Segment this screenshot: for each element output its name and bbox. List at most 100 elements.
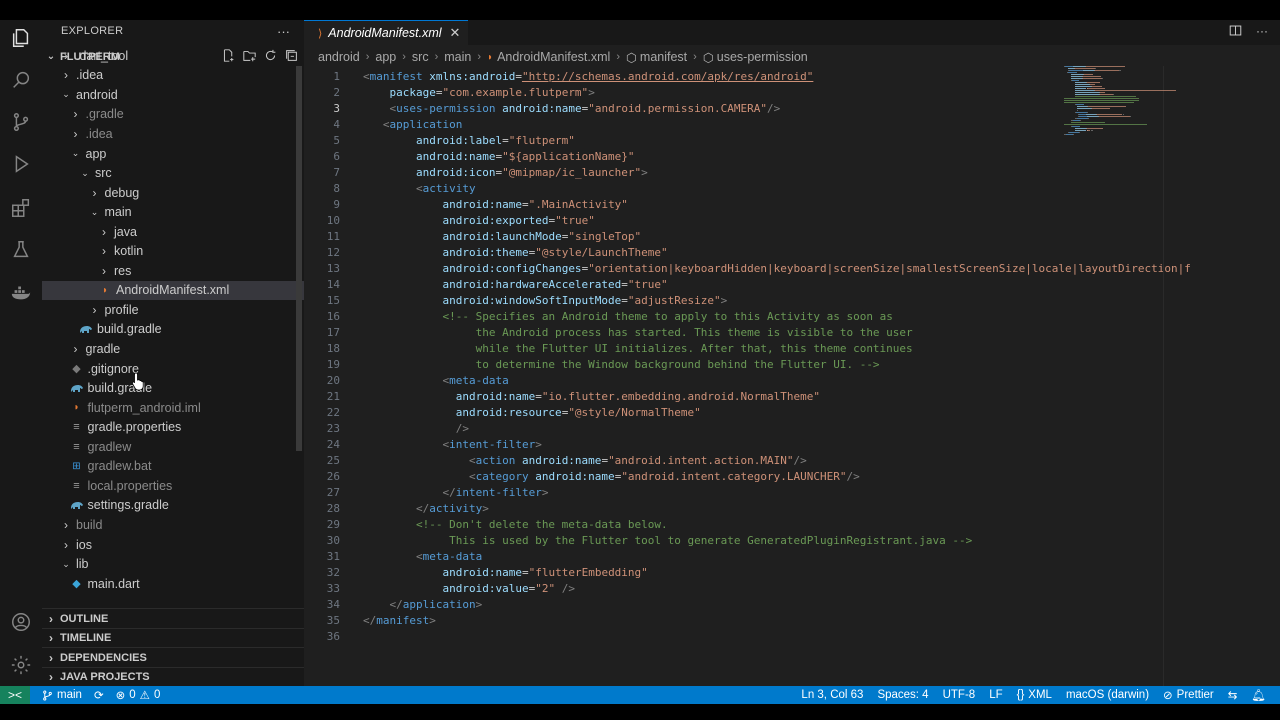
explorer-more-actions[interactable]: ··· — [277, 24, 290, 39]
testing-flask-icon[interactable] — [9, 238, 33, 262]
minimap-token — [1094, 70, 1119, 71]
close-tab-icon[interactable]: ✕ — [450, 25, 461, 41]
xml-file-icon: ◗ — [73, 402, 80, 414]
tree-folder[interactable]: › .idea — [42, 66, 316, 86]
breadcrumb-item[interactable]: android — [318, 50, 360, 64]
account-icon[interactable] — [9, 610, 33, 634]
tree-file[interactable]: ◆ .gitignore — [42, 359, 326, 379]
tree-folder[interactable]: ⌄ src — [42, 163, 335, 183]
minimap-divider — [1163, 66, 1164, 686]
docker-icon[interactable] — [9, 280, 33, 304]
breadcrumb-separator: › — [693, 51, 697, 63]
line-text: /> — [455, 421, 469, 435]
tree-file[interactable]: ≡ local.properties — [42, 476, 326, 496]
split-editor-icon[interactable] — [1229, 24, 1242, 40]
end-of-line[interactable]: LF — [989, 689, 1002, 701]
breadcrumb-item[interactable]: uses-permission — [717, 50, 808, 64]
tree-file[interactable]: build.gradle — [42, 378, 326, 398]
section-label: DEPENDENCIES — [60, 651, 147, 664]
minimap[interactable] — [1064, 66, 1177, 156]
settings-gear-icon[interactable] — [9, 653, 33, 677]
tree-item-label: app — [85, 146, 107, 161]
run-debug-icon[interactable] — [9, 152, 33, 176]
tree-folder[interactable]: › .gradle — [42, 105, 326, 125]
code-line: 3 <uses-permission android:name="android… — [304, 100, 1164, 116]
breadcrumb-separator: › — [402, 51, 406, 63]
breadcrumb-item[interactable]: app — [375, 50, 396, 64]
tree-folder[interactable]: › .idea — [42, 124, 326, 144]
breadcrumb-item[interactable]: src — [412, 50, 429, 64]
minimap-token — [1118, 70, 1121, 71]
line-number: 4 — [333, 117, 340, 131]
line-text: android:name="${applicationName}" — [415, 149, 635, 163]
tree-file[interactable]: ◆ main.dart — [42, 574, 326, 594]
code-line: 19 to determine the Window background be… — [304, 356, 1164, 372]
tree-file[interactable]: build.gradle — [42, 320, 335, 340]
tree-file[interactable]: ⊞ gradlew.bat — [42, 457, 326, 477]
section-java-projects[interactable]: › JAVA PROJECTS — [42, 666, 304, 687]
tree-folder[interactable]: ⌄ lib — [42, 554, 316, 574]
tree-folder[interactable]: › build — [42, 515, 316, 535]
indentation[interactable]: Spaces: 4 — [877, 689, 928, 701]
line-text: <meta-data — [415, 549, 483, 563]
tree-folder[interactable]: ⌄ android — [42, 85, 316, 105]
code-line: 11 android:launchMode="singleTop" — [304, 228, 1164, 244]
section-timeline[interactable]: › TIMELINE — [42, 627, 304, 648]
sidebar-scrollbar[interactable] — [296, 66, 302, 451]
warning-count: 0 — [153, 689, 161, 701]
tree-folder[interactable]: › .dart_tool — [42, 46, 316, 66]
editor-actions: ··· — [1229, 24, 1268, 40]
encoding[interactable]: UTF-8 — [943, 689, 976, 701]
tree-item-label: gradle.properties — [87, 420, 182, 435]
tree-file[interactable]: settings.gradle — [42, 496, 326, 516]
cursor-position[interactable]: Ln 3, Col 63 — [801, 689, 863, 701]
tree-folder[interactable]: › gradle — [42, 339, 326, 359]
platform[interactable]: macOS (darwin) — [1066, 689, 1149, 701]
prettier[interactable]: ⊘ Prettier — [1163, 688, 1214, 702]
feedback-icon[interactable]: ⇆ — [1228, 688, 1238, 702]
section-outline[interactable]: › OUTLINE — [42, 608, 304, 628]
chevron-down-icon: ⌄ — [81, 167, 89, 178]
search-icon[interactable] — [9, 68, 33, 92]
chevron-right-icon: › — [49, 611, 53, 626]
branch-indicator[interactable]: main — [42, 689, 82, 701]
properties-file-icon: ≡ — [73, 479, 80, 492]
code-editor[interactable]: 1 <manifest xmlns:android="http://schemas… — [304, 66, 1191, 666]
tree-file[interactable]: ≡ gradlew — [42, 437, 326, 457]
sync-icon[interactable]: ⟳ — [94, 688, 104, 702]
minimap-token — [1129, 116, 1132, 117]
minimap-token — [1082, 78, 1102, 79]
tab-android-manifest[interactable]: ⟩ AndroidManifest.xml ✕ — [304, 20, 468, 45]
breadcrumb-item[interactable]: manifest — [640, 50, 687, 64]
tree-file[interactable]: ≡ gradle.properties — [42, 417, 326, 437]
code-line: 31 <meta-data — [304, 548, 1164, 564]
minimap-token — [1100, 94, 1113, 95]
breadcrumb-item[interactable]: AndroidManifest.xml — [497, 50, 610, 64]
line-text: android:label="flutperm" — [415, 133, 575, 147]
breadcrumb-item[interactable]: main — [444, 50, 471, 64]
code-line: 20 <meta-data — [304, 372, 1164, 388]
breadcrumb-separator: › — [434, 51, 439, 63]
braces-icon: {} — [1016, 689, 1025, 701]
extensions-icon[interactable] — [9, 196, 33, 220]
tree-item-label: gradle — [85, 342, 121, 356]
minimap-token — [1091, 86, 1102, 87]
remote-indicator[interactable]: >< — [0, 686, 30, 704]
tree-folder[interactable]: › ios — [42, 535, 316, 555]
line-text: android:theme="@style/LaunchTheme" — [442, 245, 668, 259]
more-actions-icon[interactable]: ··· — [1256, 24, 1268, 40]
code-line: 7 android:icon="@mipmap/ic_launcher"> — [304, 164, 1164, 180]
explorer-header: EXPLORER — [61, 25, 124, 37]
minimap-token — [1088, 118, 1090, 119]
source-control-icon[interactable] — [9, 110, 33, 134]
code-line: 10 android:exported="true" — [304, 212, 1164, 228]
section-dependencies[interactable]: › DEPENDENCIES — [42, 647, 304, 667]
problems-indicator[interactable]: ⊗ 0 ⚠ 0 — [116, 688, 161, 702]
explorer-icon[interactable] — [9, 26, 33, 50]
symbol-element-icon: ⬡ — [702, 50, 714, 65]
tree-item-label: gradlew — [87, 439, 132, 454]
language-mode[interactable]: {} XML — [1017, 689, 1052, 701]
tree-file[interactable]: ◗ flutperm_android.iml — [42, 398, 326, 418]
notifications-bell-icon[interactable]: 🔔︎ — [1251, 688, 1266, 702]
tree-folder[interactable]: ⌄ app — [42, 144, 326, 164]
